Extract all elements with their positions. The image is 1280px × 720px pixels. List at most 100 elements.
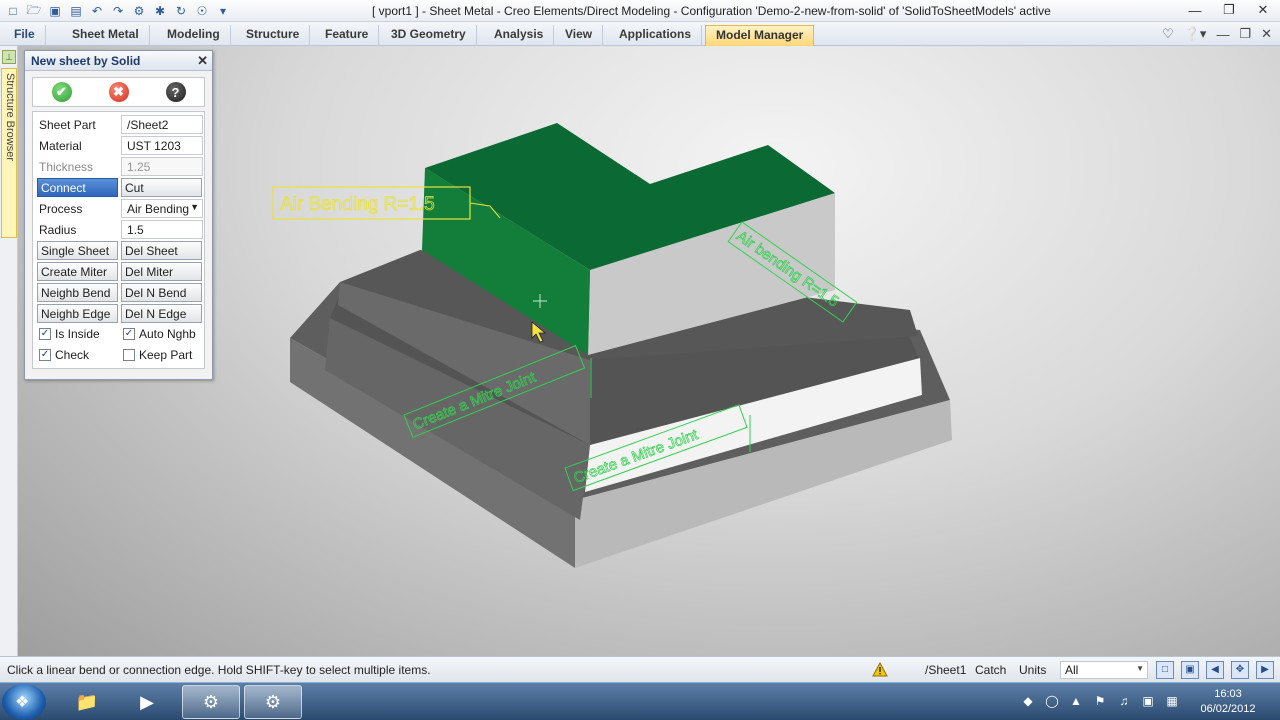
cancel-button[interactable]: ✖ xyxy=(108,82,129,102)
zoom-extents-icon[interactable]: ✥ xyxy=(1231,661,1249,679)
title-bar: □ 🗁 ▣ ▤ ↶ ↷ ⚙ ✱ ↻ ☉ ▾ [ vport1 ] - Sheet… xyxy=(0,0,1280,22)
flag-icon[interactable]: ⚑ xyxy=(1092,694,1108,710)
media-player-icon[interactable]: ▶ xyxy=(118,685,176,719)
tab-feature[interactable]: Feature xyxy=(315,25,380,46)
status-catch[interactable]: Catch xyxy=(975,663,1006,677)
ok-button[interactable]: ✔ xyxy=(51,82,72,102)
settings-icon[interactable]: ✱ xyxy=(151,2,169,20)
previous-view-icon[interactable]: ◀ xyxy=(1206,661,1224,679)
check-checkbox[interactable]: ✓ Check xyxy=(39,348,89,362)
connect-button[interactable]: Connect xyxy=(37,178,118,197)
checkbox-checked-icon: ✓ xyxy=(39,349,51,361)
checkbox-unchecked-icon xyxy=(123,349,135,361)
pin-icon[interactable]: ⊥ xyxy=(2,50,16,64)
del-n-edge-button[interactable]: Del N Edge xyxy=(121,304,202,323)
security-tray-icon[interactable]: ◯ xyxy=(1044,694,1060,710)
tab-model-manager[interactable]: Model Manager xyxy=(705,25,815,46)
selection-filter-value: All xyxy=(1065,663,1079,677)
save-icon[interactable]: ▣ xyxy=(46,2,64,20)
tab-structure[interactable]: Structure xyxy=(236,25,311,46)
checkbox-checked-icon: ✓ xyxy=(123,328,135,340)
taskbar-clock[interactable]: 16:03 06/02/2012 xyxy=(1196,687,1260,717)
keep-part-label: Keep Part xyxy=(139,348,193,362)
selection-filter-select[interactable]: All ▼ xyxy=(1060,661,1148,679)
ribbon-restore-icon[interactable]: ❐ xyxy=(1239,26,1251,42)
single-sheet-button[interactable]: Single Sheet xyxy=(37,241,118,260)
redo-icon[interactable]: ↷ xyxy=(109,2,127,20)
dialog-action-row: ✔ ✖ ? xyxy=(32,77,205,107)
del-n-bend-button[interactable]: Del N Bend xyxy=(121,283,202,302)
tab-3d-geometry[interactable]: 3D Geometry xyxy=(381,25,477,46)
undo-icon[interactable]: ↶ xyxy=(88,2,106,20)
material-row: Material UST 1203 xyxy=(35,135,203,156)
tab-view[interactable]: View xyxy=(555,25,604,46)
auto-nghb-checkbox[interactable]: ✓ Auto Nghb xyxy=(123,327,196,341)
monitor-icon[interactable]: ▣ xyxy=(1140,694,1156,710)
neighb-edge-button[interactable]: Neighb Edge xyxy=(37,304,118,323)
structure-browser-label: Structure Browser xyxy=(4,73,16,162)
sheet-part-row: Sheet Part /Sheet2 xyxy=(35,114,203,135)
process-select[interactable]: Air Bending ▼ xyxy=(121,199,203,218)
del-miter-button[interactable]: Del Miter xyxy=(121,262,202,281)
status-units[interactable]: Units xyxy=(1019,663,1046,677)
power-icon[interactable]: ▦ xyxy=(1164,694,1180,710)
minimize-icon[interactable]: — xyxy=(1178,0,1212,20)
warning-icon[interactable] xyxy=(872,662,888,677)
creo-app-2-icon[interactable]: ⚙ xyxy=(244,685,302,719)
tab-modeling[interactable]: Modeling xyxy=(157,25,231,46)
status-bar: Click a linear bend or connection edge. … xyxy=(0,656,1280,682)
sheet-part-label: Sheet Part xyxy=(39,118,96,132)
ribbon-minimize-icon[interactable]: — xyxy=(1216,27,1229,42)
tab-analysis[interactable]: Analysis xyxy=(484,25,555,46)
thickness-label: Thickness xyxy=(39,160,94,174)
tools-icon[interactable]: ⚙ xyxy=(130,2,148,20)
creo-app-icon[interactable]: ⚙ xyxy=(182,685,240,719)
sheet-part-field[interactable]: /Sheet2 xyxy=(121,115,203,134)
new-sheet-by-solid-dialog: New sheet by Solid ✕ ✔ ✖ ? Sheet Part /S… xyxy=(24,50,213,380)
start-button[interactable]: ❖ xyxy=(2,684,46,720)
customize-icon[interactable]: ▾ xyxy=(214,2,232,20)
tab-file[interactable]: File xyxy=(4,25,46,46)
structure-browser-panel: ⊥ Structure Browser xyxy=(0,46,18,656)
keep-part-checkbox[interactable]: Keep Part xyxy=(123,348,192,362)
status-message: Click a linear bend or connection edge. … xyxy=(7,663,431,677)
bend-buttons-row: Neighb Bend Del N Bend xyxy=(35,282,202,303)
create-miter-button[interactable]: Create Miter xyxy=(37,262,118,281)
viewport-layout-icon[interactable]: □ xyxy=(1156,661,1174,679)
dialog-form: Sheet Part /Sheet2 Material UST 1203 Thi… xyxy=(32,111,205,369)
volume-icon[interactable]: ♫ xyxy=(1116,694,1132,710)
thickness-row: Thickness 1.25 xyxy=(35,156,203,177)
tab-applications[interactable]: Applications xyxy=(609,25,703,46)
network-tray-icon[interactable]: ◆ xyxy=(1020,694,1036,710)
restore-icon[interactable]: ❐ xyxy=(1212,0,1246,20)
explorer-icon[interactable]: 📁 xyxy=(58,685,116,719)
quick-access-toolbar: □ 🗁 ▣ ▤ ↶ ↷ ⚙ ✱ ↻ ☉ ▾ xyxy=(4,2,232,20)
open-icon[interactable]: 🗁 xyxy=(25,2,43,20)
new-icon[interactable]: □ xyxy=(4,2,22,20)
del-sheet-button[interactable]: Del Sheet xyxy=(121,241,202,260)
fit-view-icon[interactable]: ▣ xyxy=(1181,661,1199,679)
next-view-icon[interactable]: ▶ xyxy=(1256,661,1274,679)
print-preview-icon[interactable]: ▤ xyxy=(67,2,85,20)
status-part[interactable]: /Sheet1 xyxy=(925,663,966,677)
structure-browser-tab[interactable]: Structure Browser xyxy=(1,68,17,238)
neighb-bend-button[interactable]: Neighb Bend xyxy=(37,283,118,302)
chevron-down-icon[interactable]: ♡ xyxy=(1162,26,1174,42)
help-button[interactable]: ? xyxy=(165,82,186,102)
clock-time: 16:03 xyxy=(1214,688,1242,700)
view-icon[interactable]: ☉ xyxy=(193,2,211,20)
is-inside-label: Is Inside xyxy=(55,327,100,341)
ribbon-close-icon[interactable]: ✕ xyxy=(1261,26,1272,42)
process-row: Process Air Bending ▼ xyxy=(35,198,203,219)
radius-field[interactable]: 1.5 xyxy=(121,220,203,239)
is-inside-checkbox[interactable]: ✓ Is Inside xyxy=(39,327,100,341)
tab-sheet-metal[interactable]: Sheet Metal xyxy=(62,25,150,46)
close-icon[interactable]: ✕ xyxy=(1246,0,1280,20)
material-field[interactable]: UST 1203 xyxy=(121,136,203,155)
shield-icon[interactable]: ▲ xyxy=(1068,694,1084,710)
close-icon[interactable]: ✕ xyxy=(197,53,208,69)
refresh-icon[interactable]: ↻ xyxy=(172,2,190,20)
cut-button[interactable]: Cut xyxy=(121,178,202,197)
help-icon[interactable]: ❔▾ xyxy=(1184,26,1207,42)
chevron-down-icon: ▼ xyxy=(190,202,199,212)
